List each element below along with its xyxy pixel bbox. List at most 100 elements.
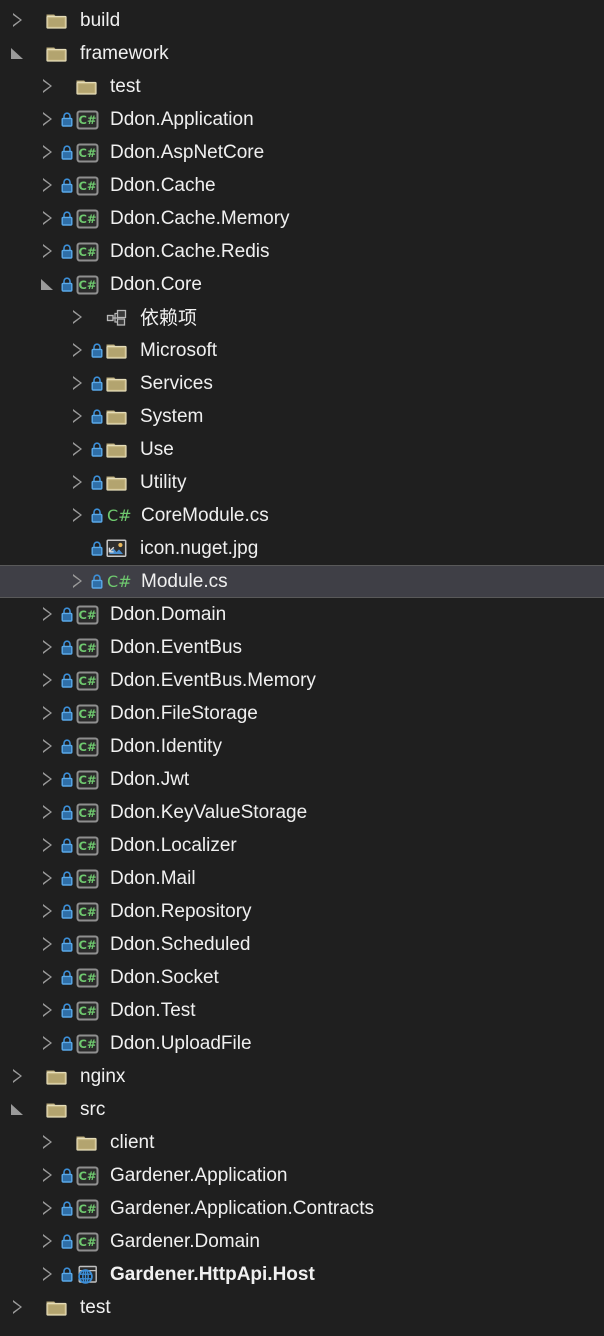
tree-item-label: icon.nuget.jpg	[140, 537, 259, 559]
lock-icon	[58, 771, 76, 788]
chevron-right-icon[interactable]	[66, 565, 88, 598]
solution-explorer-tree[interactable]: build framework test C# Ddon.Application C# Dd…	[0, 0, 604, 1336]
tree-row[interactable]: icon.nuget.jpg	[0, 532, 604, 565]
svg-text:C#: C#	[78, 245, 96, 259]
chevron-right-icon[interactable]	[36, 664, 58, 697]
chevron-right-icon[interactable]	[66, 466, 88, 499]
svg-text:C#: C#	[78, 1037, 96, 1051]
csharp-project-icon: C#	[76, 605, 102, 625]
chevron-right-icon[interactable]	[36, 136, 58, 169]
chevron-right-icon[interactable]	[6, 1060, 28, 1093]
tree-row[interactable]: C# Ddon.Identity	[0, 730, 604, 763]
chevron-right-icon[interactable]	[36, 631, 58, 664]
chevron-right-icon[interactable]	[36, 1192, 58, 1225]
chevron-right-icon[interactable]	[36, 1027, 58, 1060]
tree-row[interactable]: C# CoreModule.cs	[0, 499, 604, 532]
tree-row[interactable]: C# Ddon.Cache.Memory	[0, 202, 604, 235]
chevron-right-icon[interactable]	[36, 763, 58, 796]
lock-icon	[58, 969, 76, 986]
tree-row[interactable]: 依赖项	[0, 301, 604, 334]
tree-row[interactable]: C# Gardener.Application	[0, 1159, 604, 1192]
svg-text:C#: C#	[78, 179, 96, 193]
chevron-down-icon[interactable]	[36, 268, 58, 301]
folder-icon	[46, 1299, 72, 1317]
tree-row[interactable]: C# Ddon.Jwt	[0, 763, 604, 796]
tree-row[interactable]: C# Ddon.Application	[0, 103, 604, 136]
tree-item-label: Ddon.UploadFile	[110, 1032, 252, 1054]
lock-icon	[58, 837, 76, 854]
tree-row[interactable]: C# Ddon.Cache	[0, 169, 604, 202]
tree-item-label: client	[110, 1131, 155, 1153]
tree-row[interactable]: build	[0, 4, 604, 37]
tree-row[interactable]: C# Ddon.KeyValueStorage	[0, 796, 604, 829]
tree-row[interactable]: framework	[0, 37, 604, 70]
chevron-right-icon[interactable]	[36, 895, 58, 928]
chevron-right-icon[interactable]	[66, 433, 88, 466]
svg-text:C#: C#	[78, 278, 96, 292]
chevron-right-icon[interactable]	[36, 103, 58, 136]
chevron-right-icon[interactable]	[36, 1159, 58, 1192]
chevron-right-icon[interactable]	[36, 994, 58, 1027]
tree-row[interactable]: C# Ddon.Localizer	[0, 829, 604, 862]
chevron-down-icon[interactable]	[6, 37, 28, 70]
tree-row[interactable]: test	[0, 70, 604, 103]
chevron-right-icon[interactable]	[66, 334, 88, 367]
tree-row[interactable]: C# Gardener.Application.Contracts	[0, 1192, 604, 1225]
csharp-project-icon: C#	[76, 275, 102, 295]
chevron-right-icon[interactable]	[36, 202, 58, 235]
tree-row[interactable]: Services	[0, 367, 604, 400]
chevron-right-icon[interactable]	[66, 301, 88, 334]
tree-row[interactable]: System	[0, 400, 604, 433]
tree-row[interactable]: client	[0, 1126, 604, 1159]
csharp-project-icon: C#	[76, 803, 102, 823]
tree-row[interactable]: C# Gardener.Domain	[0, 1225, 604, 1258]
chevron-right-icon[interactable]	[36, 961, 58, 994]
lock-icon	[88, 474, 106, 491]
tree-row[interactable]: Utility	[0, 466, 604, 499]
tree-row[interactable]: C# Ddon.AspNetCore	[0, 136, 604, 169]
chevron-right-icon[interactable]	[36, 598, 58, 631]
tree-row[interactable]: C# Ddon.Socket	[0, 961, 604, 994]
chevron-down-icon[interactable]	[6, 1093, 28, 1126]
chevron-right-icon[interactable]	[36, 796, 58, 829]
csharp-project-icon: C#	[76, 935, 102, 955]
tree-item-label: test	[110, 75, 141, 97]
chevron-right-icon[interactable]	[36, 1126, 58, 1159]
tree-row[interactable]: Gardener.HttpApi.Host	[0, 1258, 604, 1291]
chevron-right-icon[interactable]	[36, 697, 58, 730]
tree-row[interactable]: nginx	[0, 1060, 604, 1093]
chevron-right-icon[interactable]	[6, 4, 28, 37]
tree-row[interactable]: C# Ddon.Repository	[0, 895, 604, 928]
tree-row[interactable]: C# Ddon.Scheduled	[0, 928, 604, 961]
tree-row[interactable]: Use	[0, 433, 604, 466]
chevron-right-icon[interactable]	[36, 169, 58, 202]
chevron-right-icon[interactable]	[36, 928, 58, 961]
tree-row[interactable]: C# Ddon.Domain	[0, 598, 604, 631]
tree-row[interactable]: C# Ddon.Test	[0, 994, 604, 1027]
tree-row[interactable]: C# Ddon.Cache.Redis	[0, 235, 604, 268]
tree-item-label: Ddon.Jwt	[110, 768, 190, 790]
chevron-right-icon[interactable]	[36, 1258, 58, 1291]
chevron-right-icon[interactable]	[66, 367, 88, 400]
tree-row[interactable]: Microsoft	[0, 334, 604, 367]
tree-row[interactable]: C# Ddon.UploadFile	[0, 1027, 604, 1060]
tree-row[interactable]: C# Ddon.FileStorage	[0, 697, 604, 730]
chevron-right-icon[interactable]	[36, 730, 58, 763]
tree-row[interactable]: test	[0, 1291, 604, 1324]
tree-row[interactable]: C# Ddon.Core	[0, 268, 604, 301]
tree-item-label: Ddon.Scheduled	[110, 933, 251, 955]
chevron-right-icon[interactable]	[6, 1291, 28, 1324]
tree-row[interactable]: C# Ddon.Mail	[0, 862, 604, 895]
chevron-right-icon[interactable]	[66, 400, 88, 433]
chevron-right-icon[interactable]	[66, 499, 88, 532]
chevron-right-icon[interactable]	[36, 862, 58, 895]
tree-row[interactable]: C# Module.cs	[0, 565, 604, 598]
tree-row[interactable]: C# Ddon.EventBus	[0, 631, 604, 664]
lock-icon	[58, 870, 76, 887]
chevron-right-icon[interactable]	[36, 1225, 58, 1258]
tree-row[interactable]: C# Ddon.EventBus.Memory	[0, 664, 604, 697]
tree-row[interactable]: src	[0, 1093, 604, 1126]
chevron-right-icon[interactable]	[36, 235, 58, 268]
chevron-right-icon[interactable]	[36, 70, 58, 103]
chevron-right-icon[interactable]	[36, 829, 58, 862]
